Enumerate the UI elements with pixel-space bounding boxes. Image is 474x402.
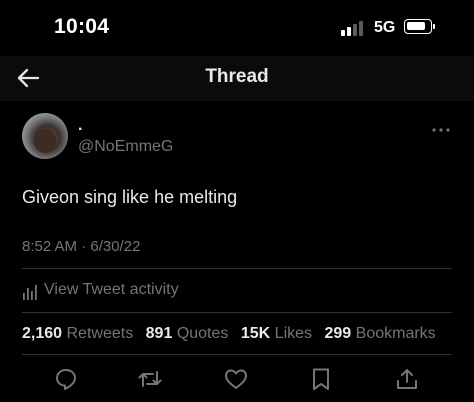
analytics-icon (23, 285, 37, 300)
status-time: 10:04 (54, 15, 110, 38)
likes-stat[interactable]: 15K Likes (241, 325, 312, 342)
like-button[interactable] (223, 366, 249, 392)
retweet-button[interactable] (137, 366, 163, 392)
avatar-face (34, 129, 56, 153)
bookmark-icon (313, 368, 329, 390)
divider (22, 312, 452, 313)
page-title: Thread (205, 66, 269, 87)
retweets-stat[interactable]: 2,160 Retweets (22, 325, 133, 342)
bookmark-button[interactable] (308, 366, 334, 392)
tweet-stats: 2,160 Retweets 891 Quotes 15K Likes 299 … (22, 325, 444, 343)
heart-icon (225, 369, 247, 389)
battery-icon (404, 19, 432, 34)
likes-label: Likes (274, 325, 313, 342)
bookmarks-label: Bookmarks (355, 325, 436, 342)
avatar[interactable] (22, 113, 68, 159)
battery-tip (433, 24, 435, 29)
more-horizontal-icon (432, 128, 450, 132)
likes-count: 15K (240, 325, 271, 342)
status-bar: 10:04 5G (0, 0, 474, 56)
quotes-label: Quotes (176, 325, 229, 342)
tweet-timestamp[interactable]: 8:52 AM · 6/30/22 (22, 238, 140, 255)
share-button[interactable] (394, 366, 420, 392)
quotes-count: 891 (145, 325, 173, 342)
nav-header: Thread (0, 56, 474, 101)
view-activity-label: View Tweet activity (44, 281, 179, 298)
reply-icon (56, 369, 76, 390)
reply-button[interactable] (53, 366, 79, 392)
retweet-icon (138, 371, 162, 387)
bookmarks-count: 299 (324, 325, 352, 342)
divider (22, 354, 452, 355)
network-type: 5G (374, 19, 396, 36)
bookmarks-stat[interactable]: 299 Bookmarks (324, 325, 435, 342)
more-options-button[interactable] (430, 122, 452, 132)
quotes-stat[interactable]: 891 Quotes (146, 325, 229, 342)
share-icon (397, 369, 417, 389)
cellular-signal-icon (341, 20, 367, 36)
retweets-label: Retweets (66, 325, 134, 342)
user-handle[interactable]: @NoEmmeG (78, 138, 173, 156)
retweets-count: 2,160 (22, 325, 63, 342)
tweet-action-bar (0, 366, 474, 394)
divider (22, 268, 452, 269)
tweet-text: Giveon sing like he melting (22, 187, 238, 207)
display-name[interactable]: . (78, 117, 82, 135)
